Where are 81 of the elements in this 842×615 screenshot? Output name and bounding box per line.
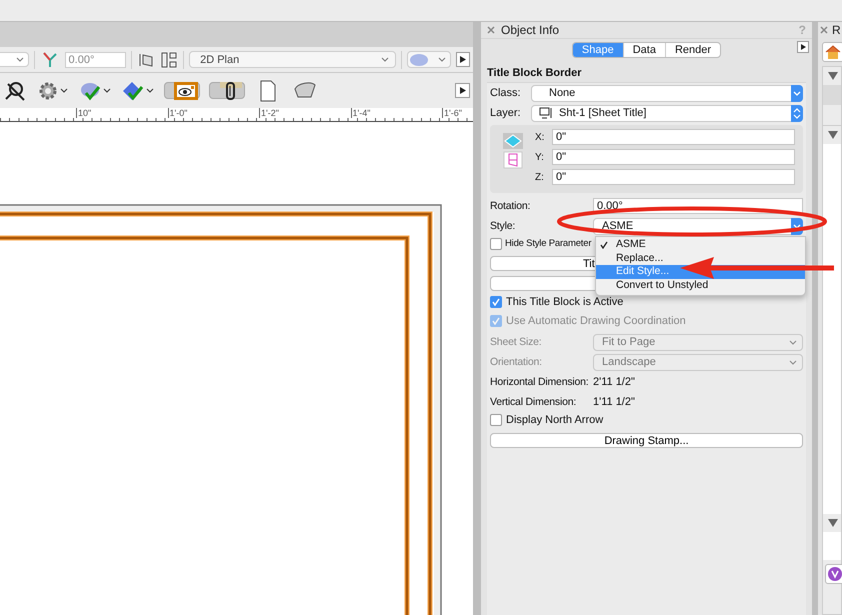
plan-view-icon[interactable]: [503, 133, 523, 149]
page-icon: [259, 80, 277, 102]
checkbox-label: Hide Style Parameter: [505, 238, 592, 249]
chevron-icon: [789, 340, 797, 344]
ruler-label: 1'-6": [442, 108, 463, 118]
dimension-value: 1'11 1/2": [593, 396, 635, 408]
tool-button[interactable]: [209, 82, 245, 99]
coordinate-field[interactable]: 0": [552, 169, 795, 185]
chevron-icon: [793, 224, 801, 228]
coordinate-field[interactable]: 0": [552, 129, 795, 145]
chevron-icon: [789, 360, 797, 364]
field-label: Orientation:: [490, 356, 543, 368]
checkmark-icon: [600, 240, 608, 249]
globe-icon: [122, 80, 144, 100]
more-button[interactable]: [455, 83, 470, 98]
field-label: Vertical Dimension:: [490, 396, 578, 408]
right-triangle-icon: [800, 44, 806, 50]
field-label: Sheet Size:: [490, 336, 542, 348]
tool-button[interactable]: [164, 82, 200, 99]
home-button[interactable]: [822, 42, 842, 62]
magnifier-icon: [3, 80, 25, 102]
chevron-icon: [380, 57, 389, 62]
disclosure-triangle-icon[interactable]: [827, 71, 839, 81]
eye-icon: [174, 82, 198, 100]
panel-title: R: [832, 23, 841, 37]
field-label: Layer:: [490, 107, 522, 119]
teapot-icon: [408, 52, 430, 66]
app-button[interactable]: [825, 564, 842, 584]
field-label: Y:: [535, 152, 545, 162]
chevron-icon: [60, 88, 68, 93]
sheet-layer-icon: [539, 107, 553, 119]
more-button[interactable]: [456, 52, 470, 67]
coordinate-field[interactable]: 0": [552, 149, 795, 165]
dimension-value: 2'11 1/2": [593, 376, 635, 388]
chevron-icon: [793, 90, 801, 96]
layer-dropdown[interactable]: Sht-1 [Sheet Title]: [531, 104, 803, 122]
field-label: Z:: [535, 172, 545, 182]
right-triangle-icon: [460, 56, 466, 63]
ruler-label: 10": [76, 108, 92, 118]
list-area: [823, 532, 841, 560]
checkbox-label: Display North Arrow: [506, 414, 604, 426]
close-icon[interactable]: [487, 26, 495, 34]
panel-title: Object Info: [501, 23, 560, 37]
house-icon: [825, 45, 841, 59]
elevation-view-icon[interactable]: [503, 151, 523, 169]
menu-item[interactable]: ASME: [596, 238, 805, 252]
chevron-icon: [438, 57, 446, 62]
chevron-icon: [103, 88, 111, 93]
field-label: Horizontal Dimension:: [490, 376, 590, 388]
disclosure-triangle-icon[interactable]: [827, 130, 839, 140]
view-dropdown[interactable]: 2D Plan: [189, 51, 396, 68]
ruler-label: 1'-4": [350, 108, 372, 118]
chevron-icon: [16, 57, 24, 62]
field-label: X:: [535, 132, 546, 142]
menu-item[interactable]: Convert to Unstyled: [596, 278, 805, 292]
menu-item[interactable]: Replace...: [596, 252, 805, 265]
checkbox-label: This Title Block is Active: [506, 296, 624, 308]
tab[interactable]: Render: [664, 43, 720, 57]
ruler-label: 1'-0": [168, 108, 188, 118]
tab[interactable]: Data: [622, 43, 665, 57]
up-down-chevron-icon: [793, 108, 801, 118]
field-label: Class:: [490, 87, 522, 99]
ruler-label: 1'-2": [259, 108, 280, 118]
checkbox[interactable]: [490, 238, 502, 250]
chevron-icon: [146, 88, 154, 93]
app-logo-icon: [827, 566, 842, 582]
field-label: Style:: [490, 220, 516, 232]
checkbox[interactable]: [490, 296, 502, 308]
right-triangle-icon: [460, 87, 466, 94]
panel-menu-button[interactable]: [797, 41, 809, 53]
field-label: Rotation:: [490, 200, 532, 212]
checkbox[interactable]: [490, 414, 502, 426]
checkbox-label: Use Automatic Drawing Coordination: [506, 314, 686, 326]
teapot-icon: [79, 80, 101, 100]
close-icon[interactable]: [820, 26, 828, 34]
gear-icon: [38, 80, 58, 100]
class-dropdown[interactable]: None: [531, 84, 803, 102]
object-heading: Title Block Border: [486, 66, 583, 81]
disclosure-triangle-icon[interactable]: [827, 518, 839, 528]
layout-icon[interactable]: [160, 50, 178, 68]
drawing-stamp-button[interactable]: Drawing Stamp...: [490, 433, 803, 448]
